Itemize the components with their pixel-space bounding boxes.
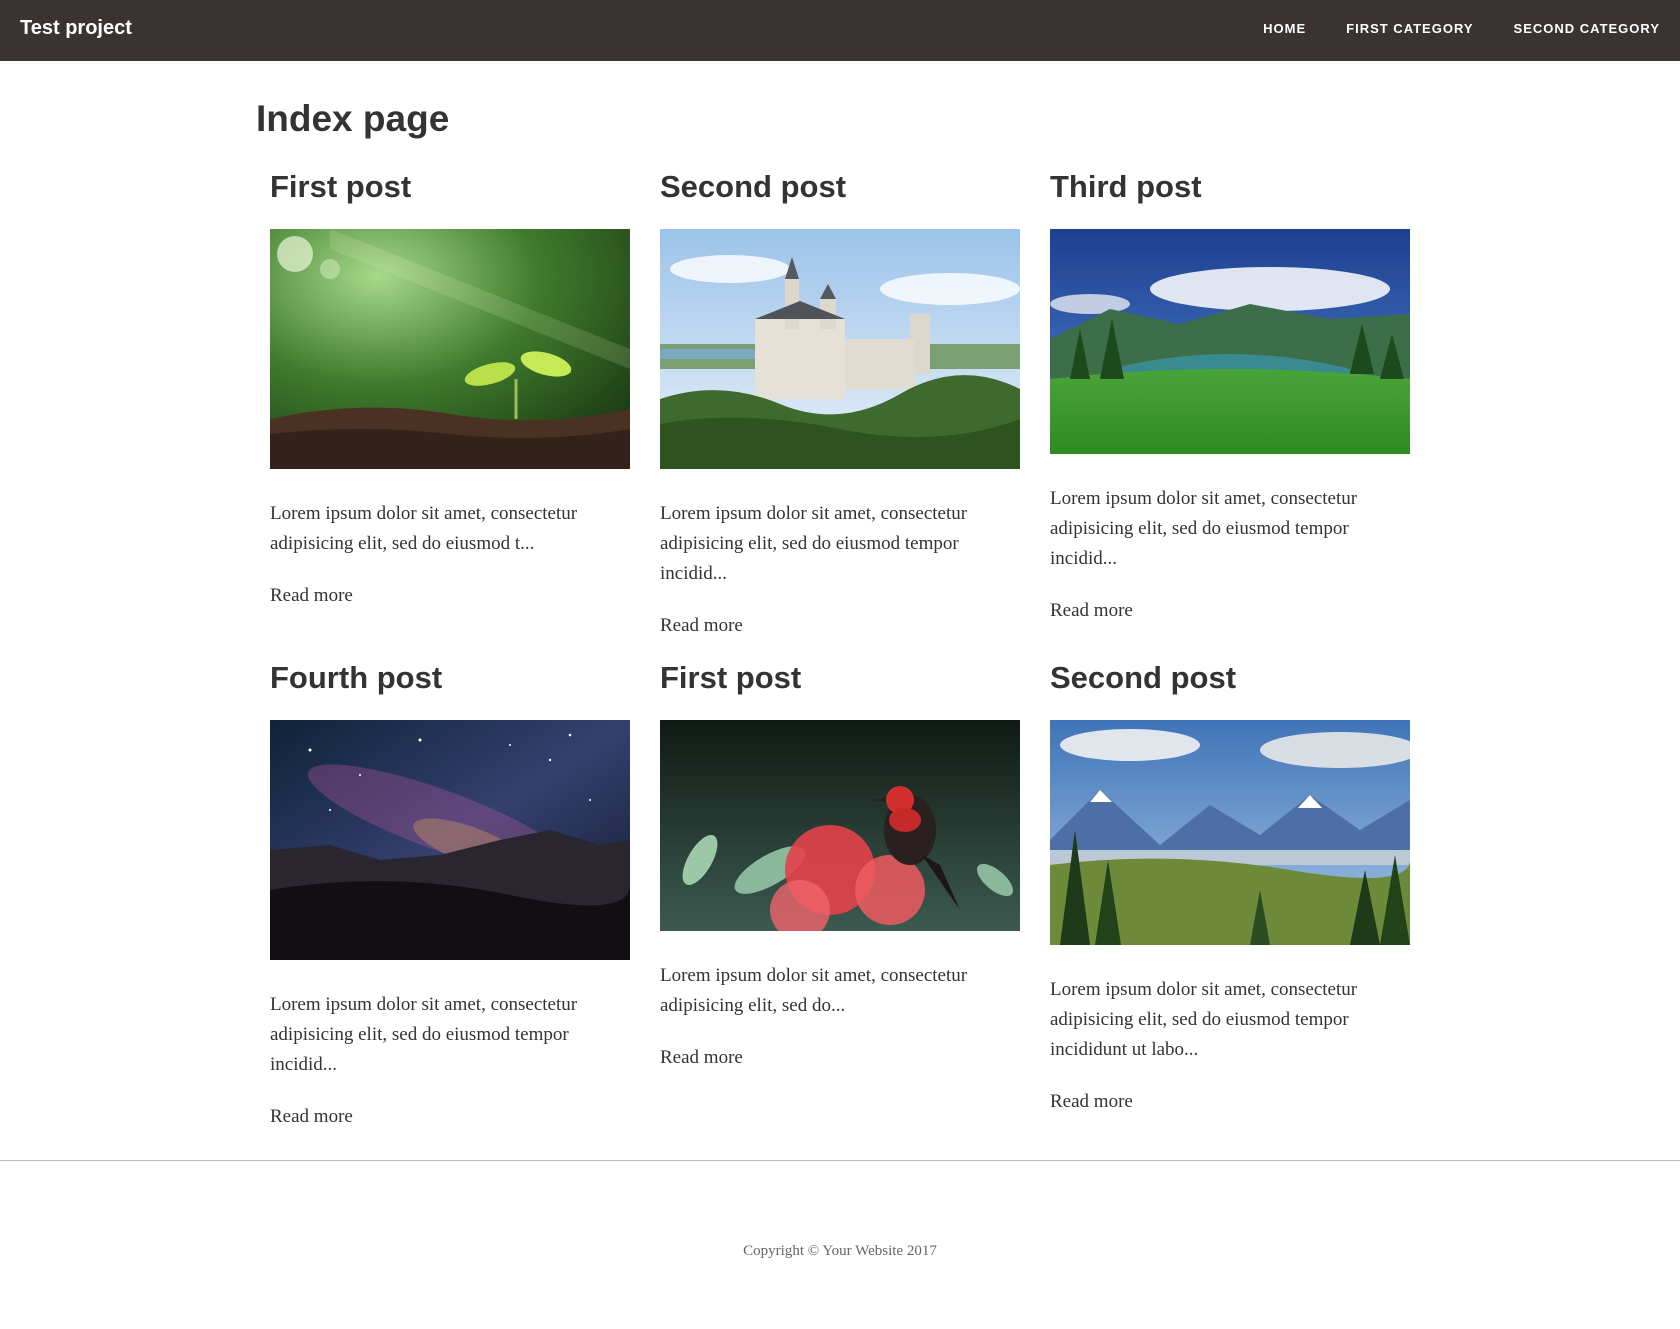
- nav-links: HOME FIRST CATEGORY SECOND CATEGORY: [1223, 21, 1660, 36]
- post-image-link[interactable]: [270, 720, 630, 960]
- navbar: Test project HOME FIRST CATEGORY SECOND …: [0, 0, 1680, 61]
- post-title: Second post: [1050, 660, 1237, 695]
- footer-divider: [0, 1160, 1680, 1161]
- nav-link-second-category[interactable]: SECOND CATEGORY: [1514, 21, 1660, 36]
- read-more-link[interactable]: Read more: [270, 1106, 353, 1128]
- brand-link[interactable]: Test project: [20, 17, 132, 40]
- post-card: Fourth post Lorem ipsum dolor sit amet, …: [270, 659, 630, 1128]
- read-more-link[interactable]: Read more: [1050, 600, 1133, 622]
- post-card: Third post Lorem ipsum dolor sit amet, c: [1050, 168, 1410, 622]
- post-image-link[interactable]: [270, 229, 630, 469]
- post-excerpt: Lorem ipsum dolor sit amet, consectetur …: [1050, 979, 1358, 1060]
- read-more-link[interactable]: Read more: [270, 585, 353, 607]
- nav-link-first-category[interactable]: FIRST CATEGORY: [1346, 21, 1473, 36]
- nav-link-home[interactable]: HOME: [1263, 21, 1306, 36]
- read-more-link[interactable]: Read more: [660, 615, 743, 637]
- post-image-link[interactable]: [1050, 720, 1410, 945]
- post-title: Third post: [1050, 169, 1202, 204]
- post-title: First post: [660, 660, 802, 695]
- read-more-link[interactable]: Read more: [660, 1047, 743, 1069]
- post-title: Second post: [660, 169, 847, 204]
- page-title: Index page: [256, 98, 450, 139]
- post-image-link[interactable]: [660, 229, 1020, 469]
- post-card: Second post Lorem ipsum dolor sit amet, …: [660, 168, 1020, 637]
- castle-image: [660, 229, 1020, 469]
- post-title: First post: [270, 169, 412, 204]
- post-title: Fourth post: [270, 660, 443, 695]
- post-excerpt: Lorem ipsum dolor sit amet, consectetur …: [1050, 488, 1358, 569]
- post-excerpt: Lorem ipsum dolor sit amet, consectetur …: [270, 503, 578, 554]
- mountain-meadow-image: [1050, 229, 1410, 454]
- post-image-link[interactable]: [660, 720, 1020, 931]
- post-card: Second post Lorem ipsum dolor sit amet, …: [1050, 659, 1410, 1113]
- bird-flower-image: [660, 720, 1020, 931]
- post-image-link[interactable]: [1050, 229, 1410, 454]
- post-excerpt: Lorem ipsum dolor sit amet, consectetur …: [660, 965, 968, 1016]
- post-card: First post Lorem ipsum dolor sit amet, c…: [270, 168, 630, 607]
- seedling-image: [270, 229, 630, 469]
- footer-copyright: Copyright © Your Website 2017: [743, 1243, 937, 1259]
- read-more-link[interactable]: Read more: [1050, 1091, 1133, 1113]
- post-card: First post Lorem ipsum dolor sit amet, c…: [660, 659, 1020, 1069]
- post-excerpt: Lorem ipsum dolor sit amet, consectetur …: [660, 503, 968, 584]
- night-sky-image: [270, 720, 630, 960]
- post-excerpt: Lorem ipsum dolor sit amet, consectetur …: [270, 994, 578, 1075]
- mountain-valley-image: [1050, 720, 1410, 945]
